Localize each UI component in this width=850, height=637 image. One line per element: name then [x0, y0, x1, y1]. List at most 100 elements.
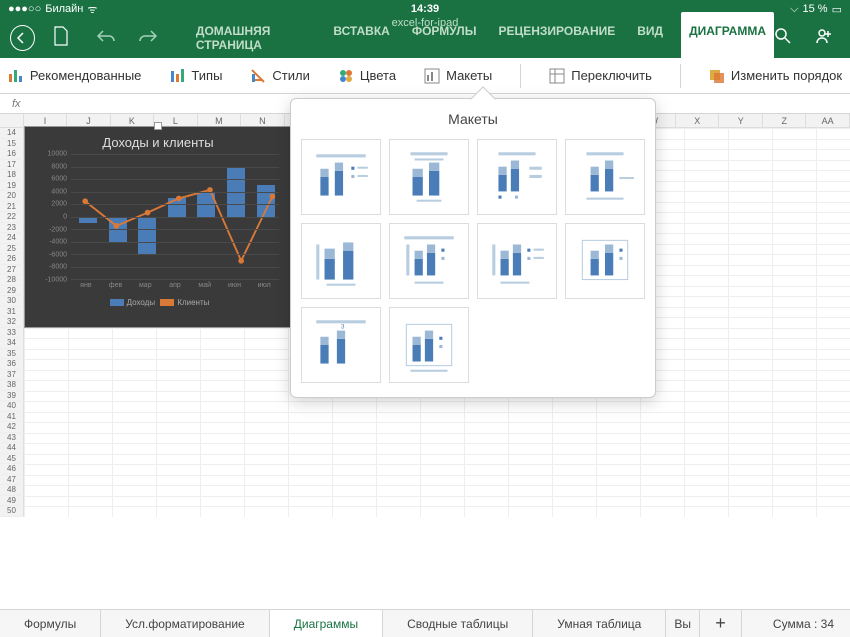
sheet-tab[interactable]: Вы [666, 610, 700, 637]
sheet-tab-active[interactable]: Диаграммы [270, 609, 383, 637]
colors-icon [338, 68, 354, 84]
row-header[interactable]: 47 [0, 475, 24, 486]
battery-icon: ▭ [832, 3, 842, 16]
sheet-tab[interactable]: Формулы [0, 610, 101, 637]
col-header[interactable]: Z [763, 114, 806, 128]
row-header[interactable]: 18 [0, 170, 24, 181]
row-header[interactable]: 32 [0, 317, 24, 328]
carrier: Билайн [45, 3, 83, 15]
row-header[interactable]: 50 [0, 506, 24, 517]
row-header[interactable]: 48 [0, 485, 24, 496]
tab-review[interactable]: РЕЦЕНЗИРОВАНИЕ [494, 12, 619, 64]
ribbon-colors[interactable]: Цвета [338, 68, 396, 84]
tab-insert[interactable]: ВСТАВКА [329, 12, 393, 64]
document-title: excel-for-ipad [392, 17, 459, 29]
row-header[interactable]: 30 [0, 296, 24, 307]
switch-icon [549, 68, 565, 84]
row-header[interactable]: 23 [0, 223, 24, 234]
row-header[interactable]: 26 [0, 254, 24, 265]
row-header[interactable]: 39 [0, 391, 24, 402]
ribbon-types[interactable]: Типы [169, 68, 222, 84]
row-header[interactable]: 45 [0, 454, 24, 465]
popover-title: Макеты [291, 99, 655, 135]
col-header[interactable]: Y [719, 114, 762, 128]
row-header[interactable]: 44 [0, 443, 24, 454]
share-icon[interactable] [814, 27, 832, 50]
layout-option-5[interactable] [301, 223, 381, 299]
ribbon-layouts[interactable]: Макеты [424, 68, 492, 84]
row-header[interactable]: 41 [0, 412, 24, 423]
app-header: excel-for-ipad ДОМАШНЯЯ СТРАНИЦА ВСТАВКА… [0, 18, 850, 58]
row-header[interactable]: 14 [0, 128, 24, 139]
sheet-tab[interactable]: Сводные таблицы [383, 610, 533, 637]
row-header[interactable]: 24 [0, 233, 24, 244]
undo-button[interactable] [97, 29, 115, 48]
row-header[interactable]: 15 [0, 139, 24, 150]
row-header[interactable]: 49 [0, 496, 24, 507]
tab-home[interactable]: ДОМАШНЯЯ СТРАНИЦА [192, 12, 315, 64]
ribbon-recommended[interactable]: Рекомендованные [8, 68, 141, 84]
layout-option-2[interactable] [389, 139, 469, 215]
row-header[interactable]: 38 [0, 380, 24, 391]
layout-option-3[interactable] [477, 139, 557, 215]
layout-option-10[interactable] [389, 307, 469, 383]
layout-option-8[interactable] [565, 223, 645, 299]
row-header[interactable]: 16 [0, 149, 24, 160]
ribbon-switch[interactable]: Переключить [549, 68, 652, 84]
sheet-tab[interactable]: Умная таблица [533, 610, 666, 637]
reorder-icon [709, 68, 725, 84]
back-button[interactable] [10, 25, 35, 51]
row-header[interactable]: 28 [0, 275, 24, 286]
layouts-popover: Макеты 3 [290, 98, 656, 398]
battery-pct: 15 % [803, 3, 828, 15]
svg-text:3: 3 [341, 324, 345, 331]
wifi-icon: ᯤ [87, 2, 97, 17]
separator [680, 64, 681, 88]
row-header[interactable]: 43 [0, 433, 24, 444]
fx-label: fx [12, 98, 21, 110]
redo-button[interactable] [139, 29, 157, 48]
col-header[interactable]: X [676, 114, 719, 128]
selection-handle[interactable] [154, 122, 162, 130]
row-header[interactable]: 34 [0, 338, 24, 349]
ribbon-reorder[interactable]: Изменить порядок [709, 68, 842, 84]
row-header[interactable]: 25 [0, 244, 24, 255]
tab-view[interactable]: ВИД [633, 12, 667, 64]
status-sum: Сумма : 34 [757, 610, 850, 637]
row-header[interactable]: 19 [0, 181, 24, 192]
recommended-icon [8, 68, 24, 84]
row-header[interactable]: 35 [0, 349, 24, 360]
row-header[interactable]: 37 [0, 370, 24, 381]
row-header[interactable]: 21 [0, 202, 24, 213]
row-header[interactable]: 22 [0, 212, 24, 223]
row-header[interactable]: 17 [0, 160, 24, 171]
sheet-tab[interactable]: Усл.форматирование [101, 610, 270, 637]
types-icon [169, 68, 185, 84]
layout-option-4[interactable] [565, 139, 645, 215]
chart-legend: Доходы Клиенты [25, 294, 291, 311]
bluetooth-icon: ⌵ [790, 3, 798, 16]
signal-icon: ●●●○○ [8, 3, 41, 15]
row-header[interactable]: 20 [0, 191, 24, 202]
layout-option-6[interactable] [389, 223, 469, 299]
search-icon[interactable] [774, 27, 792, 50]
row-header[interactable]: 31 [0, 307, 24, 318]
ribbon-styles[interactable]: Стили [250, 68, 309, 84]
layout-option-9[interactable]: 3 [301, 307, 381, 383]
chart-object[interactable]: Доходы и клиенты 1000080006000400020000-… [24, 126, 292, 328]
row-header[interactable]: 40 [0, 401, 24, 412]
layout-option-1[interactable] [301, 139, 381, 215]
separator [520, 64, 521, 88]
tab-chart[interactable]: ДИАГРАММА [681, 12, 774, 65]
layouts-icon [424, 68, 440, 84]
document-icon[interactable] [53, 26, 69, 51]
row-header[interactable]: 29 [0, 286, 24, 297]
row-header[interactable]: 36 [0, 359, 24, 370]
row-header[interactable]: 46 [0, 464, 24, 475]
col-header[interactable]: AA [806, 114, 849, 128]
row-header[interactable]: 42 [0, 422, 24, 433]
row-header[interactable]: 27 [0, 265, 24, 276]
add-sheet-button[interactable]: + [700, 610, 742, 637]
row-header[interactable]: 33 [0, 328, 24, 339]
layout-option-7[interactable] [477, 223, 557, 299]
